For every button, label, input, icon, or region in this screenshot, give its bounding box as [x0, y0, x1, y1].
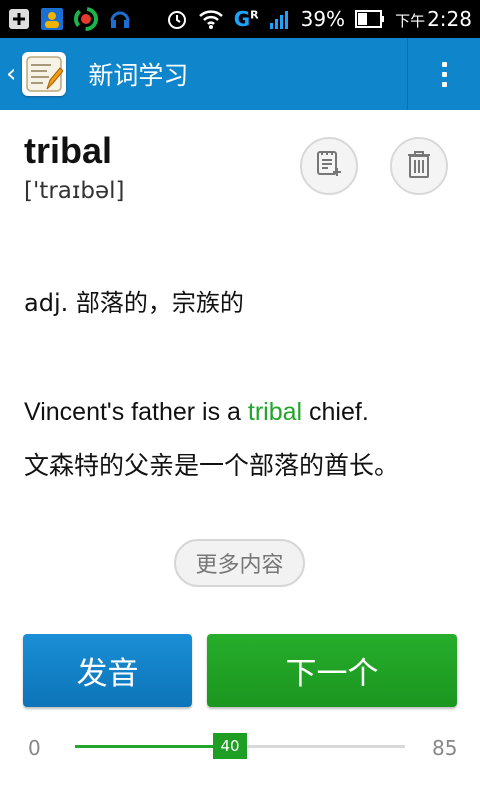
word-definition: adj. 部落的，宗族的: [24, 289, 244, 317]
trash-icon: [406, 149, 432, 183]
time-value: 2:28: [427, 7, 472, 31]
back-home-button[interactable]: ‹: [0, 38, 74, 110]
pronounce-button[interactable]: 发音: [23, 634, 192, 707]
status-bar-notifications: [8, 7, 132, 31]
contact-card-icon: [40, 7, 64, 31]
example-en-highlight: tribal: [247, 398, 303, 426]
wifi-icon: [198, 8, 224, 30]
example-sentence-english: Vincent's father is a tribal chief.: [24, 398, 369, 427]
progress-fill: [75, 745, 230, 748]
app-logo-icon: [22, 52, 67, 96]
progress-min-label: 0: [28, 736, 41, 760]
add-to-notebook-button[interactable]: [300, 137, 358, 195]
headset-icon: [108, 7, 132, 31]
more-vertical-icon: [441, 61, 447, 87]
network-label: G: [233, 7, 251, 31]
battery-icon: [355, 9, 385, 29]
alarm-clock-icon: [166, 8, 188, 30]
delete-word-button[interactable]: [390, 137, 448, 195]
example-en-after: chief.: [302, 398, 369, 426]
action-bar: ‹ 新词学习: [0, 38, 480, 110]
clock: 下午 2:28: [395, 9, 472, 29]
example-en-before: Vincent's father is a: [24, 398, 248, 426]
more-content-button[interactable]: 更多内容: [174, 539, 305, 587]
progress-slider[interactable]: 40: [75, 733, 405, 759]
word-phonetic: ['traɪbəl]: [24, 178, 125, 204]
chevron-left-icon: ‹: [6, 59, 17, 89]
roaming-label: R: [250, 8, 259, 22]
network-type-label: GR: [234, 9, 259, 29]
next-word-button[interactable]: 下一个: [207, 634, 457, 707]
battery-percent: 39%: [300, 7, 346, 31]
progress-max-label: 85: [432, 736, 458, 760]
example-sentence-chinese: 文森特的父亲是一个部落的酋长。: [24, 451, 400, 480]
word-headword: tribal: [24, 130, 113, 171]
app-swirl-icon: [74, 7, 98, 31]
page-title: 新词学习: [88, 61, 189, 90]
time-prefix: 下午: [395, 12, 426, 30]
overflow-menu-button[interactable]: [408, 38, 480, 110]
status-bar: GR 39% 下午 2:28: [0, 0, 480, 38]
status-bar-system: GR 39% 下午 2:28: [166, 8, 472, 30]
plus-box-icon: [8, 8, 30, 30]
progress-thumb[interactable]: 40: [213, 733, 247, 759]
signal-icon: [269, 8, 291, 30]
notebook-add-icon: [314, 149, 344, 183]
